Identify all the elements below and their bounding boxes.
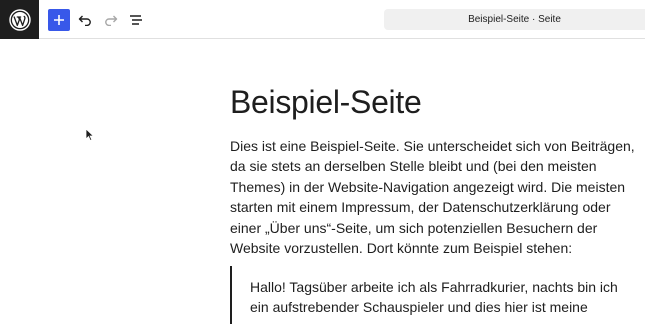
undo-button[interactable] — [74, 9, 96, 31]
editor-header: Beispiel-Seite · Seite — [0, 0, 645, 39]
mouse-pointer-icon — [85, 128, 95, 142]
paragraph-line: einer „Über uns“-Seite, um sich potenzie… — [230, 219, 598, 236]
quote-line: Hallo! Tagsüber arbeite ich als Fahrradk… — [250, 279, 618, 295]
add-block-button[interactable] — [48, 9, 70, 31]
page-title[interactable]: Beispiel-Seite — [230, 82, 630, 122]
quote-line: ein aufstrebender Schauspieler und dies … — [250, 299, 588, 316]
paragraph-line: Website vorzustellen. Dort könnte zum Be… — [230, 240, 573, 257]
redo-button[interactable] — [100, 9, 122, 31]
list-view-icon — [130, 15, 142, 25]
redo-icon — [105, 15, 118, 26]
document-title-bar[interactable]: Beispiel-Seite · Seite — [384, 9, 645, 30]
paragraph-line: da sie stets an derselben Stelle bleibt … — [230, 158, 597, 175]
document-overview-button[interactable] — [125, 9, 147, 31]
editor-canvas[interactable]: Beispiel-Seite Dies ist eine Beispiel-Se… — [0, 40, 645, 324]
paragraph-block[interactable]: Dies ist eine Beispiel-Seite. Sie unters… — [230, 136, 645, 258]
undo-icon — [78, 15, 91, 26]
document-title: Beispiel-Seite · Seite — [468, 14, 561, 25]
paragraph-line: Themes) in der Website-Navigation angeze… — [230, 178, 626, 195]
paragraph-line: starten mit einem Impressum, der Datensc… — [230, 199, 611, 216]
quote-block[interactable]: Hallo! Tagsüber arbeite ich als Fahrradk… — [230, 266, 645, 324]
paragraph-line: Dies ist eine Beispiel-Seite. Sie unters… — [230, 138, 635, 154]
plus-icon — [54, 15, 64, 25]
wordpress-icon[interactable] — [0, 0, 39, 39]
